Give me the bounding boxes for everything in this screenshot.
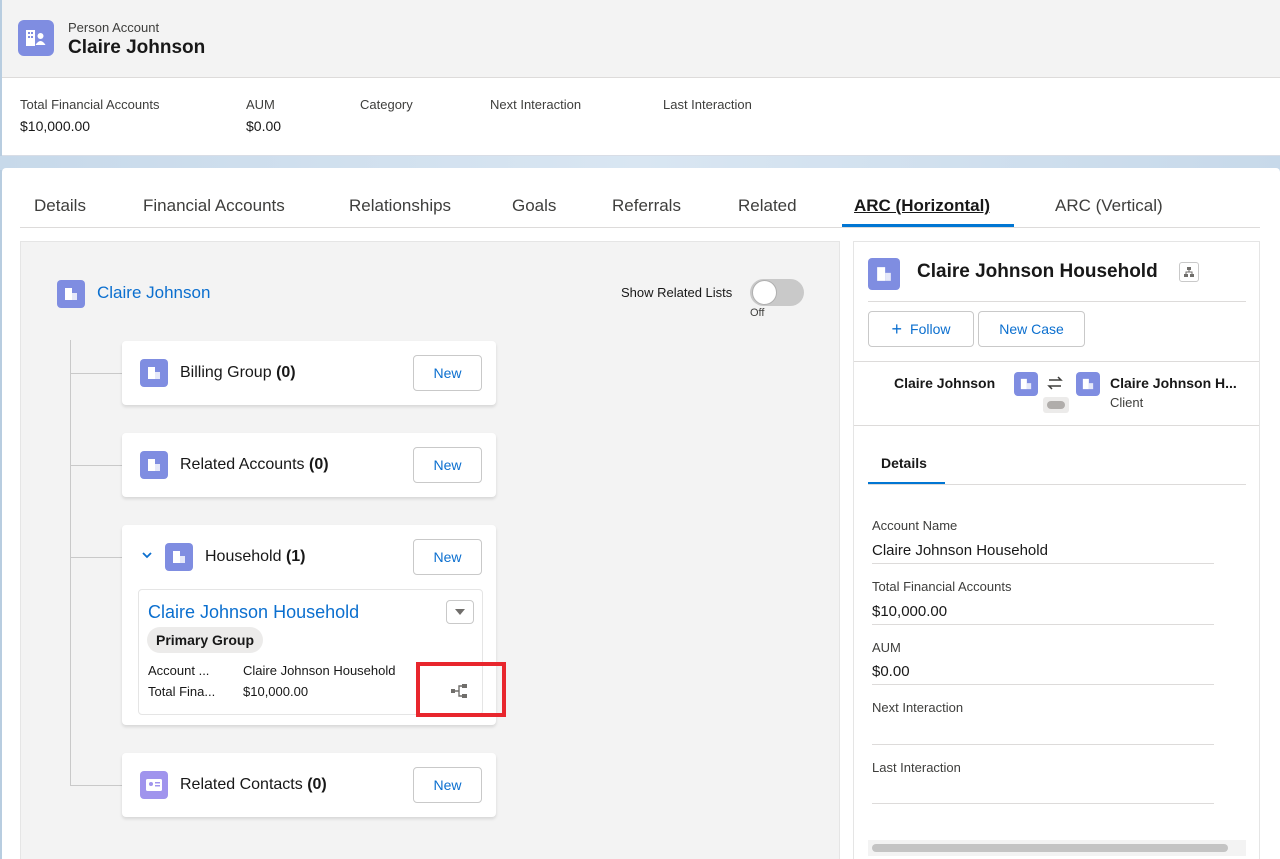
account-icon: [1076, 372, 1100, 396]
divider: [854, 425, 1259, 426]
field-value-aum: $0.00: [872, 663, 910, 680]
field-label-account-name: Account Name: [872, 518, 958, 533]
new-household-button[interactable]: New: [413, 539, 482, 575]
highlight-box: [416, 662, 506, 717]
account-icon: [140, 359, 168, 387]
relationship-role: Client: [1110, 395, 1144, 410]
highlight-label-last-interaction: Last Interaction: [663, 97, 752, 112]
field-divider: [872, 624, 1214, 625]
group-title-household: Household (1): [205, 548, 306, 566]
divider: [854, 361, 1259, 362]
highlight-value-total-financial-accounts: $10,000.00: [20, 118, 91, 134]
field-label-total-financial-accounts: Total Financial Accounts: [872, 579, 1012, 594]
tree-connector-vertical: [70, 340, 71, 785]
tree-connector: [70, 557, 122, 558]
tree-connector: [70, 785, 122, 786]
tab-referrals[interactable]: Referrals: [612, 196, 681, 216]
hierarchy-icon[interactable]: [1179, 262, 1199, 282]
caret-down-icon: [455, 608, 465, 615]
new-case-button[interactable]: New Case: [978, 311, 1085, 347]
account-icon: [165, 543, 193, 571]
field-value-total-financial-accounts: $10,000.00: [872, 603, 948, 620]
preview-record-title[interactable]: Claire Johnson Household: [917, 261, 1158, 283]
group-count: (1): [285, 548, 306, 565]
tab-financial-accounts[interactable]: Financial Accounts: [143, 196, 285, 216]
group-name: Related Contacts: [180, 776, 303, 793]
field-value-account-name: Claire Johnson Household: [872, 542, 1048, 559]
person-account-icon: [18, 20, 54, 56]
tab-related[interactable]: Related: [738, 196, 797, 216]
field-label-total-financial: Total Fina...: [148, 684, 216, 699]
plus-icon: +: [891, 319, 903, 339]
relationship-indicator: [1043, 397, 1069, 413]
toggle-knob: [752, 280, 777, 305]
chevron-down-icon[interactable]: [141, 548, 153, 564]
tab-goals[interactable]: Goals: [512, 196, 556, 216]
account-icon: [57, 280, 85, 308]
new-related-contact-button[interactable]: New: [413, 767, 482, 803]
show-related-lists-label: Show Related Lists: [621, 285, 733, 300]
field-divider: [872, 803, 1214, 804]
contact-icon: [140, 771, 168, 799]
highlight-label-aum: AUM: [246, 97, 275, 112]
group-name: Household: [205, 548, 282, 565]
field-divider: [872, 563, 1214, 564]
tab-divider: [20, 227, 1260, 228]
root-account-link[interactable]: Claire Johnson: [97, 283, 210, 303]
highlight-label-next-interaction: Next Interaction: [490, 97, 582, 112]
field-value-total-financial: $10,000.00: [243, 684, 309, 699]
tab-details[interactable]: Details: [34, 196, 86, 216]
tree-connector: [70, 465, 122, 466]
group-title-related-contacts: Related Contacts (0): [180, 776, 327, 794]
relationship-to[interactable]: Claire Johnson H...: [1110, 375, 1237, 391]
tree-connector: [70, 373, 122, 374]
horizontal-scrollbar[interactable]: [872, 844, 1228, 852]
record-actions-dropdown[interactable]: [446, 600, 474, 624]
new-billing-group-button[interactable]: New: [413, 355, 482, 391]
field-value-account-name: Claire Johnson Household: [243, 663, 396, 678]
group-count: (0): [276, 364, 296, 381]
divider: [868, 484, 1246, 485]
field-divider: [872, 684, 1214, 685]
group-title-billing-group: Billing Group (0): [180, 364, 296, 382]
tab-arc-horizontal[interactable]: ARC (Horizontal): [854, 196, 990, 216]
household-record-link[interactable]: Claire Johnson Household: [148, 602, 359, 623]
field-label-next-interaction: Next Interaction: [872, 700, 964, 715]
follow-button[interactable]: + Follow: [868, 311, 974, 347]
record-name: Claire Johnson: [68, 37, 206, 58]
field-label-last-interaction: Last Interaction: [872, 760, 961, 775]
field-label-aum: AUM: [872, 640, 901, 655]
indicator-pill: [1047, 401, 1065, 409]
field-label-account-name: Account ...: [148, 663, 210, 678]
tab-arc-vertical[interactable]: ARC (Vertical): [1055, 196, 1163, 216]
group-count: (0): [308, 456, 329, 473]
record-header: [2, 0, 1280, 156]
account-icon: [140, 451, 168, 479]
group-title-related-accounts: Related Accounts (0): [180, 456, 329, 474]
object-type-label: Person Account: [68, 20, 160, 35]
primary-group-badge: Primary Group: [147, 627, 264, 653]
swap-arrows-icon: [1046, 375, 1064, 396]
follow-label: Follow: [910, 321, 951, 337]
group-name: Billing Group: [180, 364, 272, 381]
toggle-state-label: Off: [750, 307, 765, 319]
active-tab-indicator: [842, 224, 1014, 227]
account-icon: [1014, 372, 1038, 396]
tab-relationships[interactable]: Relationships: [349, 196, 451, 216]
field-divider: [872, 744, 1214, 745]
account-icon: [868, 258, 900, 290]
group-name: Related Accounts: [180, 456, 305, 473]
tab-preview-details[interactable]: Details: [881, 455, 927, 471]
highlight-label-category: Category: [360, 97, 413, 112]
new-related-account-button[interactable]: New: [413, 447, 482, 483]
relationship-from[interactable]: Claire Johnson: [894, 375, 995, 391]
divider: [868, 301, 1246, 302]
highlight-label-total-financial-accounts: Total Financial Accounts: [20, 97, 160, 112]
group-count: (0): [307, 776, 327, 793]
highlight-value-aum: $0.00: [246, 118, 282, 134]
